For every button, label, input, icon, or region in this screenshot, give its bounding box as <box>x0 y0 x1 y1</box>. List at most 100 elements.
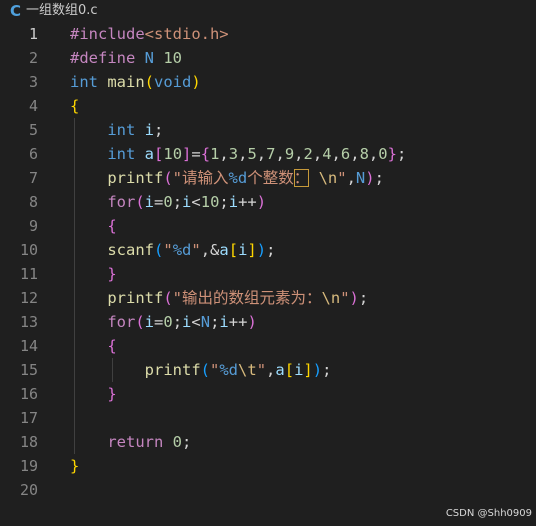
code-token: < <box>191 193 201 211</box>
code-line[interactable]: 13 for(i=0;i<N;i++) <box>0 310 536 334</box>
code-token: i <box>219 313 229 331</box>
code-token: ; <box>266 241 276 259</box>
code-line[interactable]: 11 } <box>0 262 536 286</box>
code-token: } <box>70 385 117 403</box>
code-token: "输出的数组元素为： <box>172 289 322 307</box>
code-text: printf("%d\t",a[i]); <box>70 358 332 382</box>
code-line[interactable]: 5 int i; <box>0 118 536 142</box>
code-token: ; <box>182 433 192 451</box>
code-line[interactable]: 16 } <box>0 382 536 406</box>
editor-tab-bar: C 一组数组0.c <box>0 0 536 22</box>
code-line[interactable]: 15 printf("%d\t",a[i]); <box>0 358 536 382</box>
code-token: } <box>70 265 117 283</box>
code-token: " <box>256 361 267 379</box>
line-number: 18 <box>19 433 38 451</box>
code-line[interactable]: 2 #define N 10 <box>0 46 536 70</box>
code-token: 0 <box>163 193 173 211</box>
code-token: #define <box>70 49 136 67</box>
code-text: scanf("%d",&a[i]); <box>70 238 275 262</box>
code-line[interactable]: 12 printf("输出的数组元素为：\n"); <box>0 286 536 310</box>
code-token: void <box>154 73 192 91</box>
code-token: , <box>350 145 360 163</box>
code-line[interactable]: 9 { <box>0 214 536 238</box>
code-line[interactable]: 1 #include<stdio.h> <box>0 22 536 46</box>
code-text: int i; <box>70 118 163 142</box>
code-token: %d <box>219 361 239 379</box>
code-line[interactable]: 14 { <box>0 334 536 358</box>
code-line[interactable]: 6 int a[10]={1,3,5,7,9,2,4,6,8,0}; <box>0 142 536 166</box>
tab-filename: 一组数组0.c <box>26 3 98 18</box>
code-token: a <box>144 145 155 163</box>
code-token: } <box>387 145 397 163</box>
code-token: i <box>144 193 155 211</box>
code-text: int main(void) <box>70 70 201 94</box>
code-token: printf <box>70 361 201 379</box>
code-token: \n <box>321 289 341 307</box>
line-number: 12 <box>19 289 38 307</box>
code-line[interactable]: 4{ <box>0 94 536 118</box>
line-number: 1 <box>28 25 38 43</box>
line-number: 2 <box>28 49 38 67</box>
code-line[interactable]: 18 return 0; <box>0 430 536 454</box>
code-token: = <box>191 145 201 163</box>
code-token: ( <box>163 169 173 187</box>
code-token: 10 <box>200 193 220 211</box>
line-number: 15 <box>19 361 38 379</box>
code-token: N <box>200 313 211 331</box>
code-token: 8 <box>359 145 369 163</box>
line-number: 20 <box>19 481 38 499</box>
code-line[interactable]: 10 scanf("%d",&a[i]); <box>0 238 536 262</box>
code-token: ; <box>154 121 164 139</box>
code-token: \t <box>238 361 257 379</box>
code-token: printf <box>70 169 164 187</box>
code-token: ; <box>172 193 183 211</box>
code-text: #include<stdio.h> <box>70 22 229 46</box>
line-number: 9 <box>28 217 38 235</box>
code-token: ( <box>163 289 173 307</box>
code-token: 0 <box>163 313 173 331</box>
line-number: 10 <box>19 241 38 259</box>
code-token: ) <box>191 73 201 91</box>
code-line[interactable]: 20 <box>0 478 536 502</box>
code-token: { <box>70 337 117 355</box>
code-text: #define N 10 <box>70 46 182 70</box>
code-token: N <box>355 169 366 187</box>
editor-tab[interactable]: C 一组数组0.c <box>0 0 106 22</box>
code-token: a <box>219 241 229 259</box>
code-token: [ <box>228 241 239 259</box>
code-token: ,& <box>200 241 220 259</box>
code-token: int <box>70 121 136 139</box>
code-token: \n <box>318 169 338 187</box>
code-token: "请输入 <box>172 169 229 187</box>
code-token: , <box>312 145 323 163</box>
code-token: 5 <box>247 145 257 163</box>
code-token: main <box>107 73 145 91</box>
code-token: , <box>331 145 341 163</box>
code-token: ) <box>256 241 267 259</box>
code-line[interactable]: 17 <box>0 406 536 430</box>
code-token: " <box>210 361 220 379</box>
code-line[interactable]: 3 int main(void) <box>0 70 536 94</box>
code-token: , <box>266 361 276 379</box>
code-token: <stdio.h> <box>144 25 229 43</box>
code-token: " <box>337 169 347 187</box>
code-editor[interactable]: 1 #include<stdio.h> 2 #define N 10 3 int main… <box>0 22 536 502</box>
code-line[interactable]: 7 printf("请输入%d个整数： \n",N); <box>0 166 536 190</box>
code-token: ： <box>293 169 310 187</box>
code-line[interactable]: 19} <box>0 454 536 478</box>
code-token: [ <box>154 145 164 163</box>
code-text: printf("输出的数组元素为：\n"); <box>70 286 368 310</box>
code-token: scanf <box>70 241 154 259</box>
code-token: , <box>346 169 356 187</box>
code-token: ( <box>135 313 145 331</box>
code-token: ] <box>303 361 313 379</box>
code-token: printf <box>70 289 164 307</box>
code-line[interactable]: 8 for(i=0;i<10;i++) <box>0 190 536 214</box>
code-token: for <box>70 313 136 331</box>
code-token: " <box>163 241 173 259</box>
code-token: ; <box>396 145 407 163</box>
code-token: ; <box>322 361 332 379</box>
